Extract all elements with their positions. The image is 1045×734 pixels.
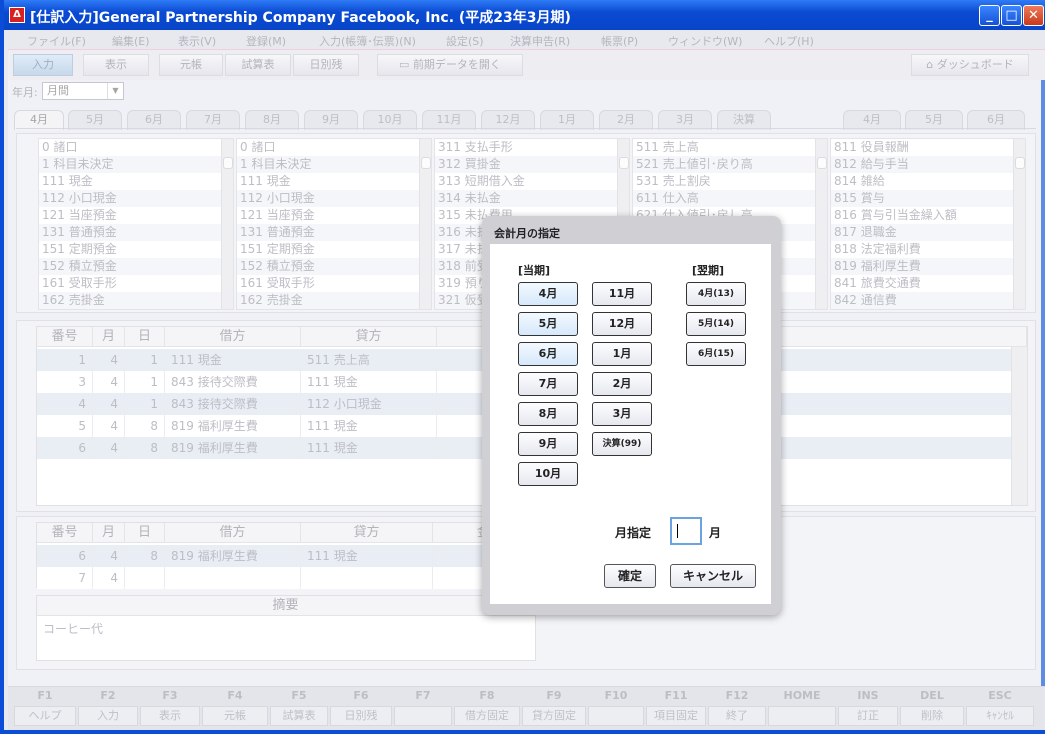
cancel-button[interactable]: キャンセル (670, 564, 756, 588)
window-title: [仕訳入力]General Partnership Company Facebo… (30, 10, 571, 26)
next-period-month-button[interactable]: 4月(13) (686, 282, 746, 306)
title-bar: Δ [仕訳入力]General Partnership Company Face… (4, 0, 1045, 30)
close-button[interactable]: ✕ (1023, 5, 1044, 26)
month-button[interactable]: 10月 (518, 462, 578, 486)
month-suffix: 月 (709, 526, 722, 540)
dialog-title: 会計月の指定 (494, 227, 560, 240)
app-icon: Δ (9, 7, 25, 23)
current-period-label: [当期] (518, 264, 551, 277)
minimize-button[interactable]: _ (979, 5, 1000, 26)
next-period-month-button[interactable]: 5月(14) (686, 312, 746, 336)
month-spec-label: 月指定 (615, 526, 652, 540)
month-input[interactable] (670, 517, 702, 545)
month-button[interactable]: 12月 (592, 312, 652, 336)
maximize-button[interactable]: □ (1001, 5, 1022, 26)
main-window: Δ [仕訳入力]General Partnership Company Face… (0, 0, 1045, 734)
month-button[interactable]: 7月 (518, 372, 578, 396)
month-button[interactable]: 4月 (518, 282, 578, 306)
month-button[interactable]: 11月 (592, 282, 652, 306)
next-period-month-button[interactable]: 6月(15) (686, 342, 746, 366)
month-button[interactable]: 5月 (518, 312, 578, 336)
month-button[interactable]: 1月 (592, 342, 652, 366)
month-button[interactable]: 3月 (592, 402, 652, 426)
month-button[interactable]: 8月 (518, 402, 578, 426)
month-button[interactable]: 決算(99) (592, 432, 652, 456)
month-button[interactable]: 9月 (518, 432, 578, 456)
next-period-label: [翌期] (692, 264, 725, 277)
text-caret (677, 524, 678, 538)
month-button[interactable]: 2月 (592, 372, 652, 396)
confirm-button[interactable]: 確定 (604, 564, 656, 588)
month-button[interactable]: 6月 (518, 342, 578, 366)
